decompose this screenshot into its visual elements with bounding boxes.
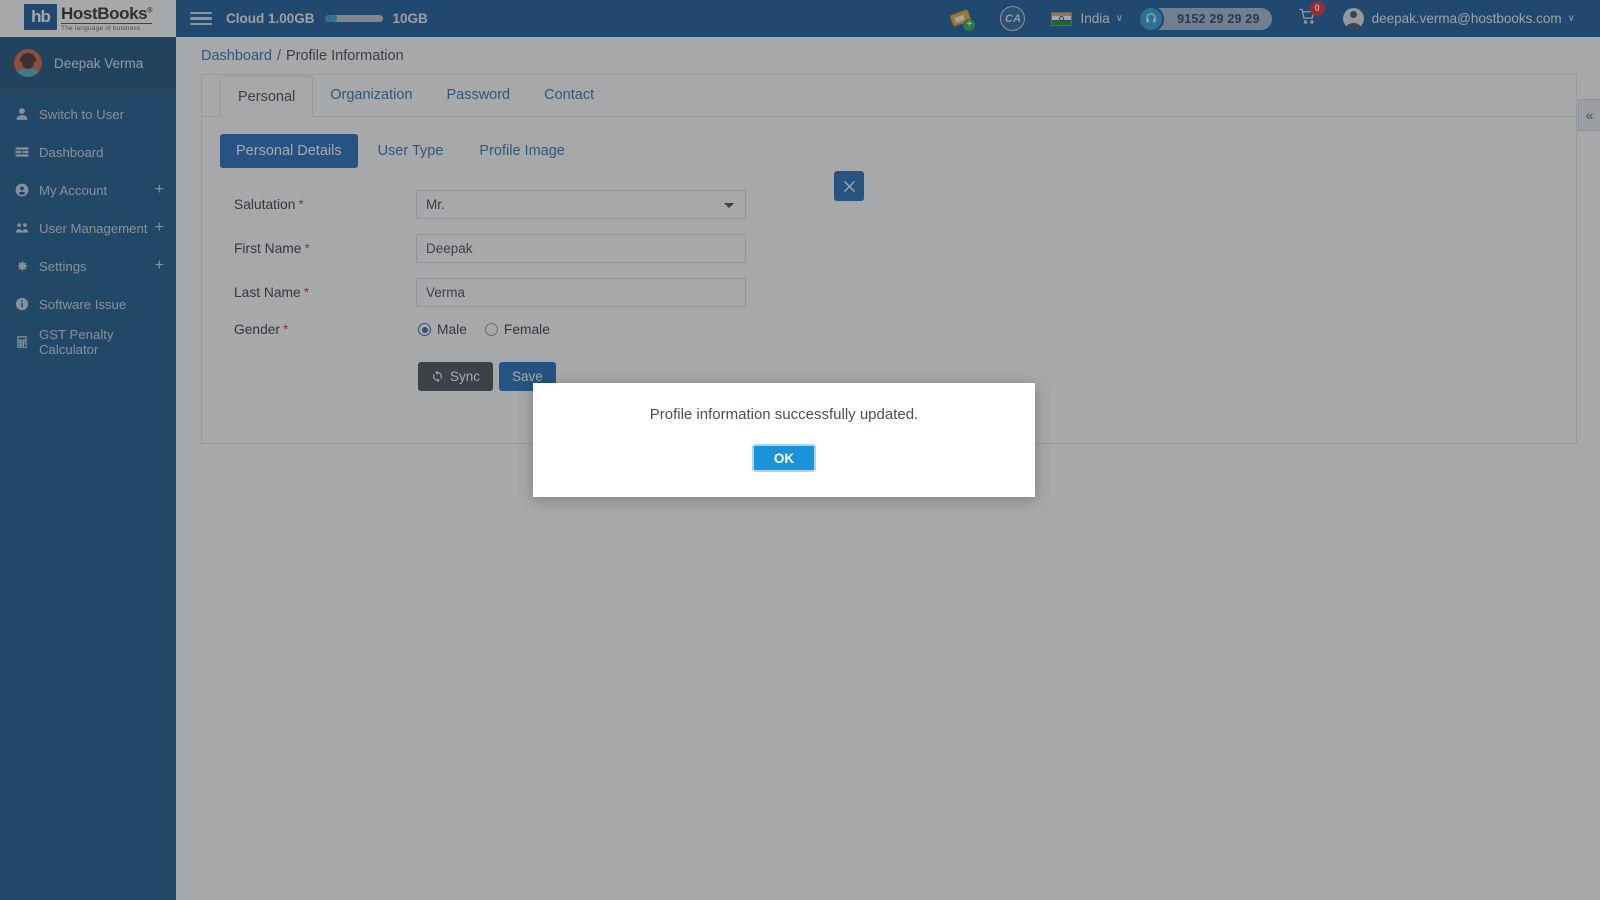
application-root: hb HostBooks® The language of business C… <box>0 0 1600 900</box>
dialog-message: Profile information successfully updated… <box>649 406 919 423</box>
dialog-ok-button[interactable]: OK <box>752 444 816 472</box>
success-dialog: Profile information successfully updated… <box>533 383 1035 497</box>
